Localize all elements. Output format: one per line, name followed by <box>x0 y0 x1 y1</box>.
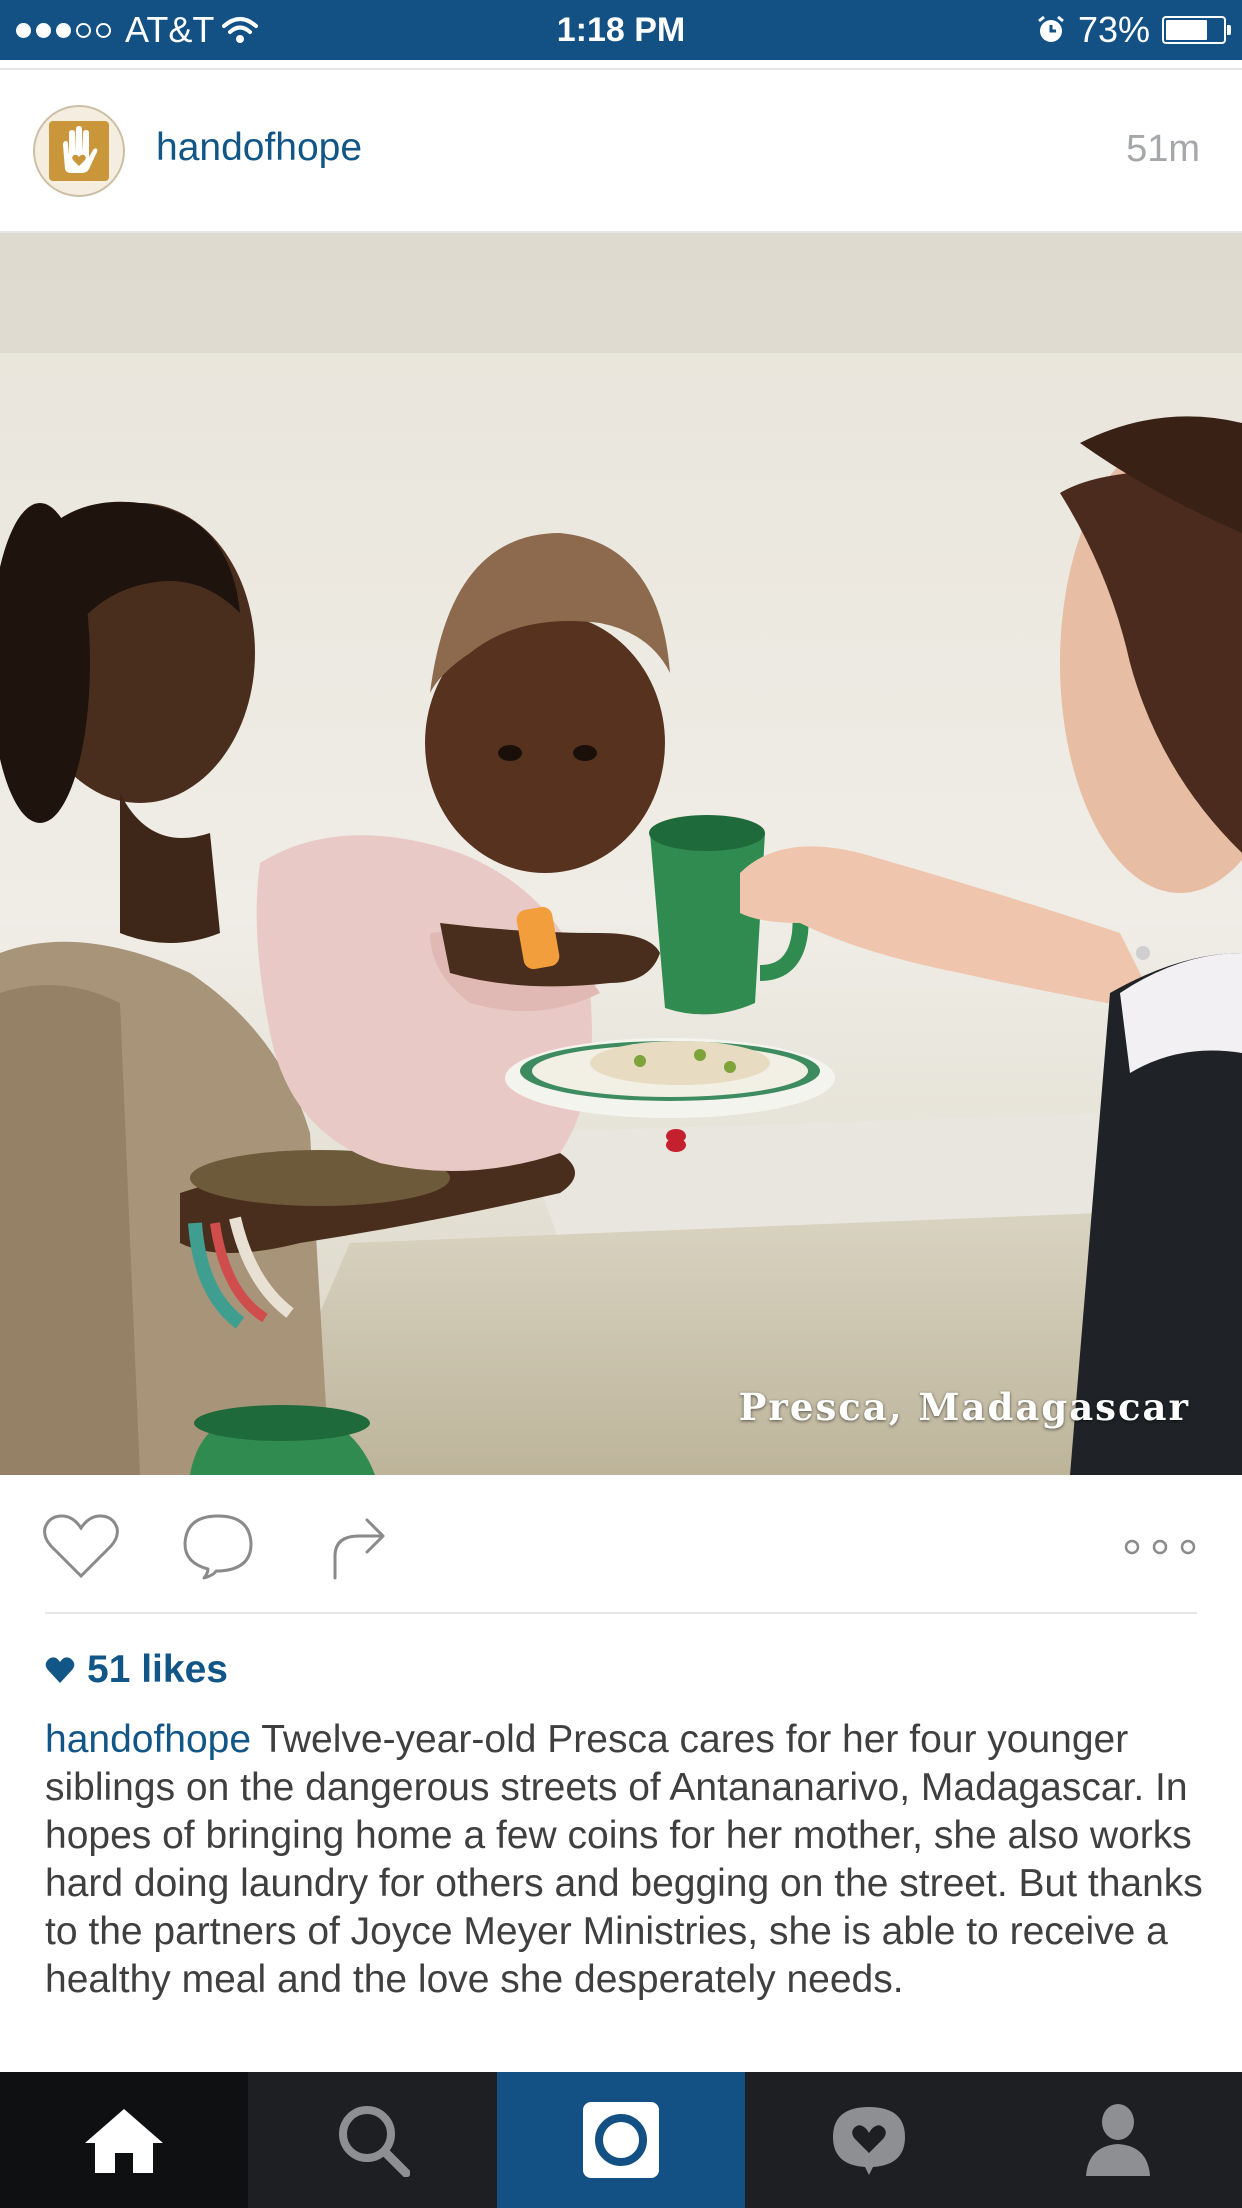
likes-count[interactable]: 51 likes <box>45 1648 228 1692</box>
post-photo-illustration <box>0 233 1242 1475</box>
post-timestamp: 51m <box>1126 128 1200 170</box>
alarm-icon <box>1038 15 1064 42</box>
more-icon <box>1124 1539 1196 1555</box>
home-icon <box>85 2109 164 2173</box>
battery-percent: 73% <box>1077 9 1150 50</box>
like-button[interactable] <box>41 1511 121 1583</box>
camera-icon <box>582 2102 659 2178</box>
status-bar: AT&T 1:18 PM 73% <box>0 0 1242 60</box>
battery-level <box>1166 20 1207 40</box>
post-caption: handofhope Twelve-year-old Presca cares … <box>45 1716 1205 2004</box>
status-right: 73% <box>1036 0 1231 60</box>
heart-icon <box>43 1514 119 1579</box>
avatar[interactable] <box>33 105 125 197</box>
likes-label: 51 likes <box>87 1648 228 1691</box>
post-header: handofhope 51m <box>0 68 1242 233</box>
caption-username[interactable]: handofhope <box>45 1718 251 1761</box>
profile-icon <box>1085 2104 1150 2176</box>
tab-search[interactable] <box>248 2072 496 2208</box>
activity-icon <box>833 2107 906 2175</box>
battery-icon <box>1162 16 1231 44</box>
post-photo[interactable]: Presca, Madagascar <box>0 233 1242 1475</box>
hand-heart-logo-icon <box>49 121 109 181</box>
post-actions <box>0 1475 1242 1612</box>
actions-divider <box>45 1612 1197 1614</box>
comment-icon <box>183 1514 253 1580</box>
tab-bar <box>0 2072 1242 2208</box>
more-options-button[interactable] <box>1120 1511 1200 1583</box>
tab-camera[interactable] <box>496 2072 746 2208</box>
tab-home[interactable] <box>0 2072 249 2208</box>
tab-activity[interactable] <box>745 2072 993 2208</box>
post-username[interactable]: handofhope <box>156 126 362 170</box>
photo-location-caption: Presca, Madagascar <box>738 1385 1190 1429</box>
comment-button[interactable] <box>178 1511 258 1583</box>
tab-profile[interactable] <box>994 2072 1242 2208</box>
share-icon <box>333 1518 385 1580</box>
share-button[interactable] <box>318 1511 398 1583</box>
search-icon <box>338 2106 410 2177</box>
heart-filled-icon <box>45 1657 75 1683</box>
